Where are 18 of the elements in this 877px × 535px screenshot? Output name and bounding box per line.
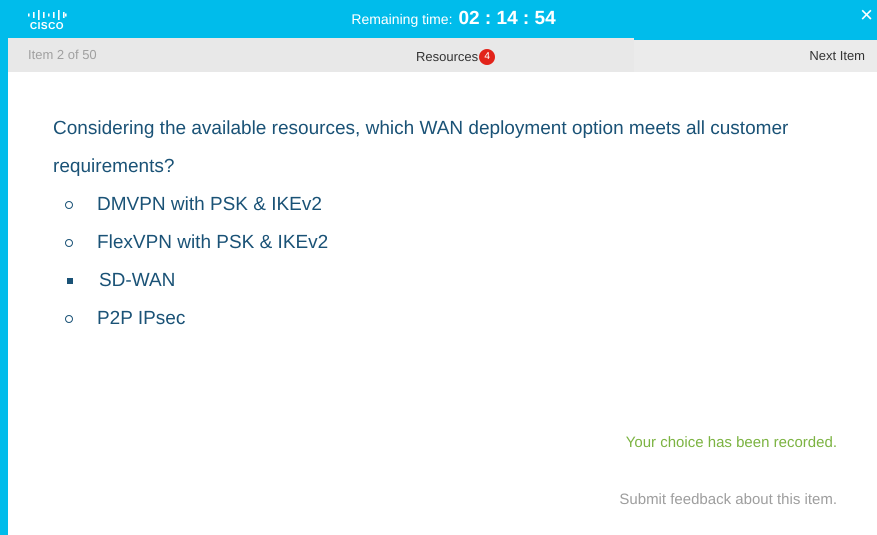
answer-option[interactable]: P2P IPsec [65,300,837,338]
answer-option[interactable]: SD-WAN [65,262,837,300]
answer-option[interactable]: FlexVPN with PSK & IKEv2 [65,224,837,262]
answer-option[interactable]: DMVPN with PSK & IKEv2 [65,186,837,224]
count-badge: 4 [479,48,496,65]
logo-text: CISCO [30,22,64,32]
option-label: FlexVPN with PSK & IKEv2 [97,230,328,255]
option-label: P2P IPsec [97,306,186,331]
question-text: Considering the available resources, which WAN deployment option meets all customer requirements? [53,117,790,179]
resources-tab[interactable]: Resources 4 [416,47,496,66]
timer-label: Remaining time: [351,10,452,29]
option-label: SD-WAN [99,268,176,293]
timer: 02 : 14 : 54 [458,6,556,31]
item-counter: Item 2 of 50 [28,46,97,64]
status-message: Your choice has been recorded. [626,433,837,453]
logo-bars-icon [27,10,67,20]
option-label: DMVPN with PSK & IKEv2 [97,192,322,217]
next-item-button[interactable]: Next Item [809,46,865,66]
